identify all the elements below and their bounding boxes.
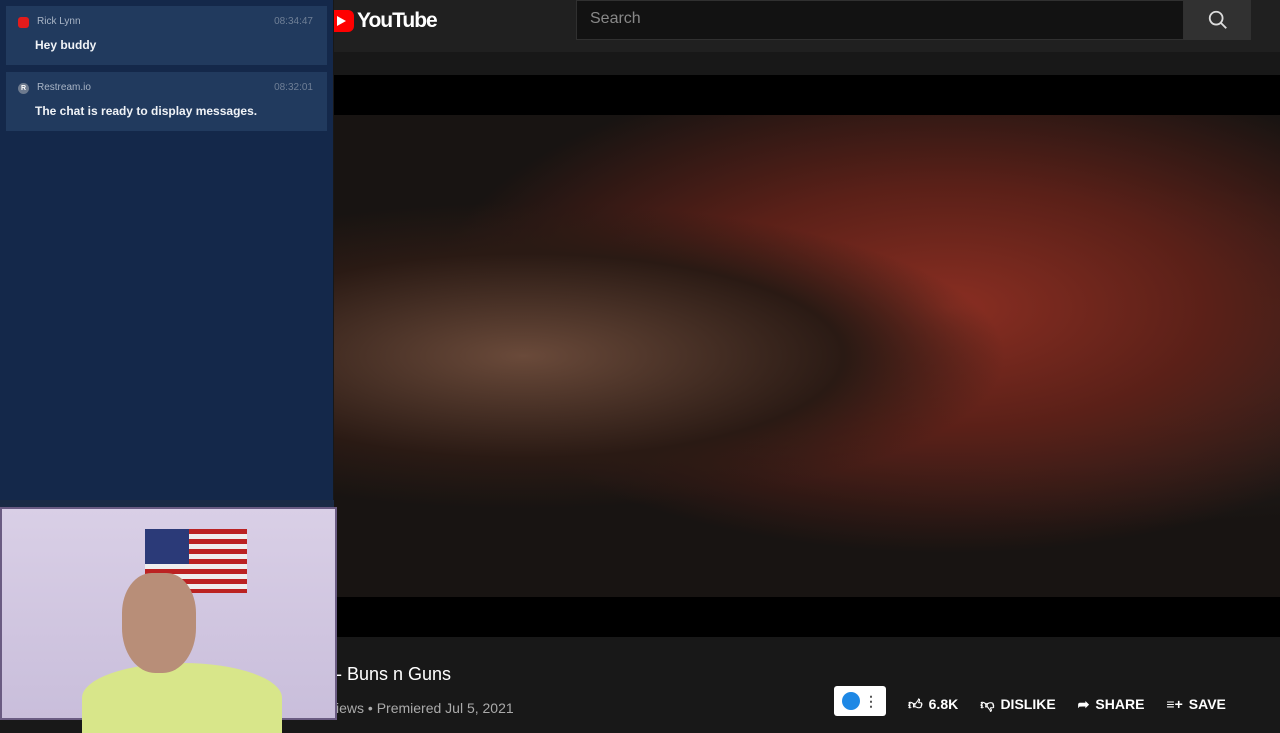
save-label: SAVE	[1188, 696, 1226, 712]
webcam-overlay	[0, 507, 337, 733]
thumbs-up-icon: 👍︎	[908, 695, 923, 712]
message-author: Restream.io	[37, 82, 91, 93]
chat-message: Rick Lynn 08:34:47 Hey buddy	[6, 6, 327, 65]
share-label: SHARE	[1095, 696, 1145, 712]
save-button[interactable]: ≡+ SAVE	[1166, 696, 1225, 712]
restream-icon: R	[18, 83, 29, 94]
share-button[interactable]: ➦ SHARE	[1078, 696, 1145, 713]
search-button[interactable]	[1184, 0, 1251, 40]
more-icon: ⋮	[864, 692, 878, 709]
masthead: YouTube Search	[334, 0, 1280, 52]
chat-message: R Restream.io 08:32:01 The chat is ready…	[6, 72, 327, 131]
video-meta: iews • Premiered Jul 5, 2021	[336, 700, 514, 716]
logo-text: YouTube	[357, 9, 438, 32]
message-author: Rick Lynn	[37, 16, 81, 27]
message-text: The chat is ready to display messages.	[35, 104, 258, 118]
message-time: 08:34:47	[274, 16, 313, 27]
share-icon: ➦	[1077, 695, 1090, 712]
video-player[interactable]	[334, 75, 1280, 637]
divider	[0, 500, 337, 507]
message-text: Hey buddy	[35, 38, 97, 52]
youtube-icon	[18, 17, 29, 28]
youtube-play-icon	[334, 10, 354, 32]
like-button[interactable]: 👍︎ 6.8K	[908, 696, 958, 713]
video-title: - Buns n Guns	[336, 664, 452, 684]
search-icon	[1208, 10, 1227, 29]
dislike-label: DISLIKE	[1000, 696, 1056, 712]
video-frame	[334, 115, 1280, 597]
like-count: 6.8K	[928, 696, 959, 712]
video-actions: ⋮ 👍︎ 6.8K 👎︎ DISLIKE ➦ SHARE ≡+ SAVE	[834, 686, 1226, 716]
playlist-add-icon: ≡+	[1166, 696, 1183, 712]
search-input[interactable]: Search	[576, 0, 1184, 40]
extension-button[interactable]: ⋮	[834, 686, 886, 716]
dislike-button[interactable]: 👎︎ DISLIKE	[980, 696, 1055, 713]
thumbs-down-icon: 👎︎	[980, 695, 995, 712]
youtube-logo[interactable]: YouTube	[334, 9, 438, 33]
streamer	[82, 573, 282, 733]
message-time: 08:32:01	[274, 82, 313, 93]
youtube-page: YouTube Search - Buns n Guns iews • Prem…	[334, 0, 1280, 720]
extension-icon	[842, 692, 860, 710]
chat-overlay: Rick Lynn 08:34:47 Hey buddy R Restream.…	[0, 0, 333, 500]
